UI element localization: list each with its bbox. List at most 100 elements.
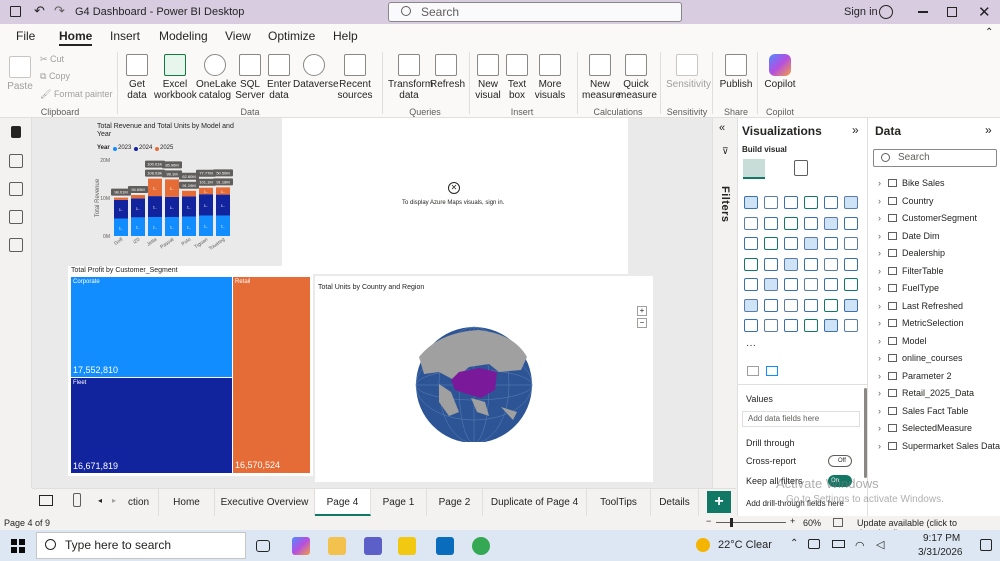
data-table-item[interactable]: › Last Refreshed (878, 299, 963, 313)
zoom-out-button[interactable]: − (706, 516, 711, 526)
visual-type-icon[interactable] (844, 237, 858, 250)
copilot-button[interactable]: Copilot (762, 54, 798, 90)
collapse-data-icon[interactable]: » (985, 123, 992, 137)
volume-icon[interactable]: ◁ (876, 538, 884, 551)
visual-type-icon[interactable] (804, 278, 818, 291)
recent-sources-button[interactable]: Recent sources (335, 54, 375, 101)
new-visual-button[interactable]: New visual (474, 54, 502, 101)
enter-data-button[interactable]: Enter data (265, 54, 293, 101)
visual-type-icon[interactable] (744, 319, 758, 332)
visual-type-icon[interactable] (824, 196, 838, 209)
visual-type-icon[interactable] (824, 216, 838, 230)
clock-time[interactable]: 9:17 PM (923, 533, 960, 544)
chrome-icon[interactable] (472, 537, 490, 555)
media-icon[interactable] (436, 537, 454, 555)
visual-type-icon[interactable] (824, 298, 838, 312)
clock-date[interactable]: 3/31/2026 (918, 547, 963, 558)
build-visual-icon[interactable] (743, 159, 765, 179)
visual-type-icon[interactable] (784, 196, 798, 209)
model-view-icon[interactable] (9, 182, 23, 196)
avatar-icon[interactable] (879, 5, 893, 19)
page-tab[interactable]: Home (159, 489, 215, 516)
tab-insert[interactable]: Insert (110, 29, 140, 43)
zoom-in-button[interactable]: + (790, 516, 795, 526)
search-input[interactable]: Search (388, 2, 682, 22)
table-view-icon[interactable] (9, 154, 23, 168)
notification-icon[interactable] (980, 539, 992, 551)
page-tab[interactable]: ToolTips (587, 489, 651, 516)
visual-type-icon[interactable] (744, 278, 758, 291)
format-visual-icon[interactable] (794, 160, 808, 176)
file-explorer-icon[interactable] (328, 537, 346, 555)
new-measure-button[interactable]: New measure (582, 54, 621, 101)
data-table-item[interactable]: › CustomerSegment (878, 211, 977, 225)
report-canvas[interactable]: Total Revenue and Total Units by Model a… (32, 118, 712, 488)
page-tab[interactable]: Executive Overview (215, 489, 315, 516)
page-tab[interactable]: Page 2 (427, 489, 483, 516)
visual-type-icon[interactable] (844, 257, 858, 271)
visual-type-icon[interactable] (844, 319, 858, 332)
tab-home[interactable]: Home (59, 29, 93, 46)
page-tab[interactable]: Page 4 (315, 489, 371, 516)
visual-type-icon[interactable] (784, 257, 798, 271)
weather-text[interactable]: 22°C Clear (718, 539, 772, 551)
treemap-visual[interactable]: Total Profit by Customer_Segment Corpora… (68, 266, 313, 476)
data-table-item[interactable]: › online_courses (878, 351, 963, 365)
visual-type-icon[interactable] (784, 278, 798, 291)
tray-chevron-icon[interactable]: ⌃ (790, 538, 798, 549)
taskbar-search[interactable]: Type here to search (36, 532, 246, 559)
page-tab[interactable]: ction (119, 489, 159, 516)
text-box-button[interactable]: Text box (504, 54, 530, 101)
publish-button[interactable]: Publish (718, 54, 754, 90)
sql-server-button[interactable]: SQL Server (235, 54, 265, 101)
wifi-icon[interactable]: ◠ (855, 539, 865, 552)
data-table-item[interactable]: › Bike Sales (878, 176, 945, 190)
data-table-item[interactable]: › SelectedMeasure (878, 421, 972, 435)
task-view-icon[interactable] (256, 540, 270, 552)
filters-pane-collapsed[interactable]: « ⊽ Filters (712, 118, 737, 488)
zoom-out-icon[interactable]: − (637, 318, 647, 328)
format-painter-button[interactable]: 🖌 Format painter (40, 89, 112, 100)
visual-type-icon[interactable] (744, 257, 758, 271)
page-tab[interactable]: Duplicate of Page 4 (483, 489, 587, 516)
dataverse-button[interactable]: Dataverse (293, 54, 339, 90)
redo-icon[interactable]: ↷ (54, 3, 65, 19)
visual-type-icon[interactable] (744, 196, 758, 209)
bar-segment-2025[interactable] (182, 190, 196, 197)
copy-button[interactable]: ⧉ Copy (40, 71, 70, 82)
globe-map-visual[interactable]: Total Units by Country and Region + − (315, 276, 653, 482)
transform-data-button[interactable]: Transform data (388, 54, 433, 101)
data-table-item[interactable]: › Retail_2025_Data (878, 386, 974, 400)
visual-type-icon[interactable] (824, 278, 838, 291)
page-tab[interactable]: Details (651, 489, 699, 516)
zoom-thumb[interactable] (730, 518, 733, 527)
visual-type-icon[interactable] (784, 237, 798, 250)
visual-type-icon[interactable] (804, 257, 818, 271)
visual-type-icon[interactable] (764, 257, 778, 271)
data-table-item[interactable]: › Dealership (878, 246, 945, 260)
teams-icon[interactable] (364, 537, 382, 555)
data-table-item[interactable]: › Country (878, 194, 934, 208)
fit-page-icon[interactable] (833, 518, 843, 527)
visual-type-icon[interactable] (764, 237, 778, 250)
visual-type-icon[interactable] (764, 298, 778, 312)
data-table-item[interactable]: › Model (878, 334, 927, 348)
maximize-icon[interactable] (947, 7, 957, 17)
sensitivity-button[interactable]: Sensitivity (666, 54, 711, 90)
more-options-icon[interactable]: ··· (746, 340, 756, 351)
desktop-layout-icon[interactable] (39, 495, 53, 506)
visual-type-icon[interactable] (844, 196, 858, 209)
minimize-icon[interactable] (918, 11, 928, 13)
data-table-item[interactable]: › Sales Fact Table (878, 404, 968, 418)
stacked-column-chart[interactable]: Total Revenue and Total Units by Model a… (68, 118, 282, 266)
add-page-button[interactable]: + (707, 491, 731, 513)
visual-type-icon[interactable] (804, 319, 818, 332)
treemap-cell-retail[interactable]: Retail 16,570,524 (233, 277, 310, 473)
treemap-cell-fleet[interactable]: Fleet 16,671,819 (71, 378, 232, 473)
visual-type-icon[interactable] (804, 196, 818, 209)
visual-type-icon[interactable] (764, 196, 778, 209)
network-icon[interactable] (808, 539, 820, 549)
visual-type-icon[interactable] (804, 216, 818, 230)
visual-type-icon[interactable] (844, 298, 858, 312)
undo-icon[interactable]: ↶ (34, 3, 45, 19)
